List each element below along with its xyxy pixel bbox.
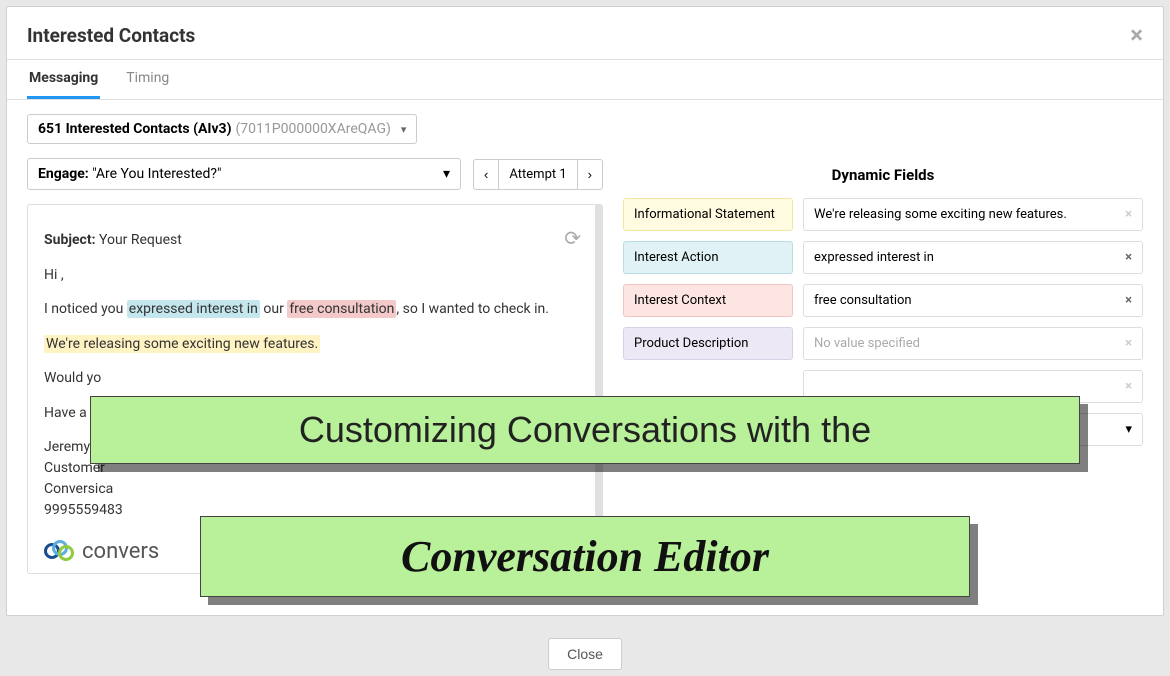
clear-icon[interactable]: × — [1125, 250, 1132, 265]
tabs: Messaging Timing — [7, 60, 1163, 100]
tab-timing[interactable]: Timing — [124, 60, 171, 99]
dynamic-value: No value specified — [814, 336, 920, 351]
dynamic-row: Interest Context free consultation × — [623, 284, 1143, 317]
dynamic-input[interactable]: We're releasing some exciting new featur… — [803, 198, 1143, 231]
clear-icon[interactable]: × — [1125, 336, 1132, 351]
clear-icon[interactable]: × — [1125, 293, 1132, 308]
engage-select[interactable]: Engage: "Are You Interested?" ▾ — [27, 158, 461, 190]
campaign-label: 651 Interested Contacts (AIv3) — [38, 121, 232, 137]
right-column: Dynamic Fields Informational Statement We… — [623, 158, 1143, 574]
clear-icon[interactable]: × — [1125, 379, 1132, 394]
sig-company: Conversica — [44, 479, 579, 500]
overlay-title-1: Customizing Conversations with the — [90, 396, 1080, 464]
dynamic-input[interactable]: free consultation × — [803, 284, 1143, 317]
attempt-prev-button[interactable]: ‹ — [473, 159, 499, 190]
modal-header: Interested Contacts × — [7, 7, 1163, 60]
dynamic-row: Interest Action expressed interest in × — [623, 241, 1143, 274]
dynamic-value: free consultation — [814, 293, 912, 308]
subject-value: Your Request — [99, 232, 182, 248]
chevron-down-icon: ▾ — [1125, 422, 1132, 437]
dynamic-input[interactable]: No value specified × — [803, 327, 1143, 360]
dynamic-value: expressed interest in — [814, 250, 934, 265]
highlight-info-statement: We're releasing some exciting new featur… — [44, 335, 320, 353]
attempt-pager: ‹ Attempt 1 › — [473, 159, 603, 190]
dynamic-row: Informational Statement We're releasing s… — [623, 198, 1143, 231]
close-icon[interactable]: × — [1130, 21, 1143, 49]
chevron-down-icon: ▾ — [401, 123, 407, 136]
highlight-interest-context: free consultation — [287, 300, 396, 318]
dynamic-input[interactable]: expressed interest in × — [803, 241, 1143, 274]
campaign-select[interactable]: 651 Interested Contacts (AIv3) (7011P000… — [27, 114, 417, 144]
overlay-title-2: Conversation Editor — [200, 516, 970, 597]
email-line1: I noticed you expressed interest in our … — [44, 296, 579, 323]
chevron-down-icon: ▾ — [443, 166, 450, 182]
logo-rings-icon — [44, 540, 76, 562]
dynamic-row: Product Description No value specified × — [623, 327, 1143, 360]
dynamic-tag: Interest Context — [623, 284, 793, 317]
campaign-id: (7011P000000XAreQAG) — [236, 121, 391, 137]
clear-icon[interactable]: × — [1125, 207, 1132, 222]
email-line2: We're releasing some exciting new featur… — [44, 331, 579, 358]
refresh-icon[interactable]: ⟳ — [564, 219, 581, 257]
campaign-row: 651 Interested Contacts (AIv3) (7011P000… — [7, 100, 1163, 158]
content-row: Engage: "Are You Interested?" ▾ ‹ Attemp… — [7, 158, 1163, 574]
email-line3: Would yo — [44, 365, 579, 392]
close-button[interactable]: Close — [548, 638, 622, 670]
dynamic-tag: Informational Statement — [623, 198, 793, 231]
dynamic-fields-list: Informational Statement We're releasing s… — [623, 198, 1143, 360]
tab-messaging[interactable]: Messaging — [27, 60, 100, 99]
dynamic-tag: Product Description — [623, 327, 793, 360]
subject-label: Subject: — [44, 232, 96, 248]
dynamic-tag: Interest Action — [623, 241, 793, 274]
highlight-interest-action: expressed interest in — [127, 300, 260, 318]
dynamic-value: We're releasing some exciting new featur… — [814, 207, 1067, 222]
attempt-label: Attempt 1 — [499, 159, 576, 190]
page-title: Interested Contacts — [27, 24, 195, 47]
engage-value: "Are You Interested?" — [92, 166, 221, 182]
dynamic-fields-heading: Dynamic Fields — [623, 158, 1143, 198]
logo-text: convers — [82, 531, 159, 573]
engage-label: Engage: — [38, 166, 89, 182]
left-column: Engage: "Are You Interested?" ▾ ‹ Attemp… — [27, 158, 603, 574]
engage-row: Engage: "Are You Interested?" ▾ ‹ Attemp… — [27, 158, 603, 190]
attempt-next-button[interactable]: › — [577, 159, 603, 190]
email-greeting: Hi , — [44, 262, 579, 289]
